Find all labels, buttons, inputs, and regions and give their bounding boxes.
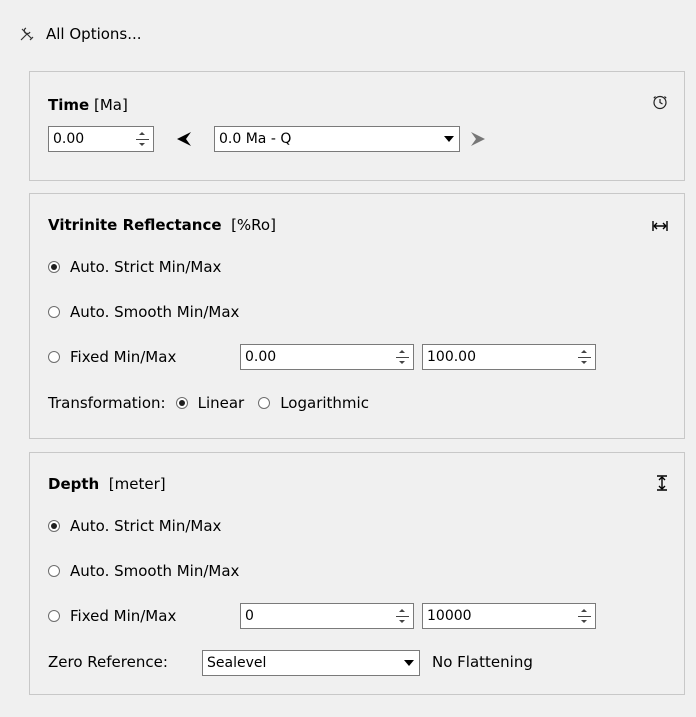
time-title-bold: Time (48, 96, 90, 114)
vitrinite-smooth-label: Auto. Smooth Min/Max (70, 303, 240, 321)
depth-fixed-radio[interactable] (48, 610, 60, 622)
depth-option-fixed[interactable]: Fixed Min/Max (48, 607, 176, 625)
flattening-label: No Flattening (432, 653, 533, 671)
spin-up-icon[interactable] (135, 129, 149, 139)
zero-reference-value: Sealevel (207, 655, 267, 671)
depth-max-spinbox[interactable]: 10000 (422, 603, 596, 629)
depth-fixed-label: Fixed Min/Max (70, 607, 177, 625)
linear-label[interactable]: Linear (198, 394, 245, 412)
vitrinite-min-spinbox[interactable]: 0.00 (240, 344, 414, 370)
spin-up-icon[interactable] (577, 347, 591, 357)
linear-radio[interactable] (175, 397, 188, 409)
wrench-screwdriver-icon (18, 25, 36, 43)
spin-down-icon[interactable] (395, 358, 409, 368)
next-age-arrow-icon[interactable] (470, 132, 486, 150)
depth-max-value: 10000 (427, 608, 472, 624)
zero-reference-dropdown[interactable]: Sealevel (202, 650, 420, 676)
depth-option-smooth[interactable]: Auto. Smooth Min/Max (48, 562, 239, 580)
zero-reference-row: Zero Reference: (48, 653, 168, 671)
depth-title-unit: [meter] (108, 475, 166, 493)
time-title-unit: [Ma] (93, 96, 128, 114)
vitrinite-smooth-radio[interactable] (48, 306, 60, 318)
spin-up-icon[interactable] (395, 347, 409, 357)
vitrinite-option-fixed[interactable]: Fixed Min/Max (48, 348, 176, 366)
time-title: Time [Ma] (48, 96, 128, 114)
spin-down-icon[interactable] (577, 617, 591, 627)
vitrinite-fixed-radio[interactable] (48, 351, 60, 363)
vitrinite-option-smooth[interactable]: Auto. Smooth Min/Max (48, 303, 239, 321)
vertical-fit-icon[interactable] (656, 475, 668, 495)
zero-reference-label: Zero Reference: (48, 653, 168, 671)
all-options-link[interactable]: All Options... (18, 22, 142, 46)
vitrinite-title-unit: [%Ro] (231, 216, 276, 234)
vitrinite-min-value: 0.00 (245, 349, 277, 365)
depth-smooth-label: Auto. Smooth Min/Max (70, 562, 240, 580)
time-spinbox[interactable]: 0.00 (48, 126, 154, 152)
time-spinner-buttons[interactable] (131, 127, 153, 151)
horizontal-fit-icon[interactable] (652, 218, 668, 236)
depth-max-spinner-buttons[interactable] (573, 604, 595, 628)
vitrinite-title-bold: Vitrinite Reflectance (48, 216, 222, 234)
depth-title: Depth [meter] (48, 475, 166, 493)
age-dropdown-value: 0.0 Ma - Q (219, 131, 292, 147)
vitrinite-strict-radio[interactable] (48, 261, 60, 273)
spin-down-icon[interactable] (135, 140, 149, 150)
vitrinite-max-spinbox[interactable]: 100.00 (422, 344, 596, 370)
clock-icon[interactable] (652, 94, 668, 114)
flattening-row: No Flattening (432, 653, 533, 671)
depth-min-spinbox[interactable]: 0 (240, 603, 414, 629)
vitrinite-strict-label: Auto. Strict Min/Max (70, 258, 222, 276)
vitrinite-max-value: 100.00 (427, 349, 476, 365)
spin-up-icon[interactable] (577, 606, 591, 616)
time-panel: Time [Ma] 0.00 0.0 Ma - Q (29, 71, 685, 181)
logarithmic-label[interactable]: Logarithmic (280, 394, 369, 412)
vitrinite-title: Vitrinite Reflectance [%Ro] (48, 216, 276, 234)
vitrinite-option-strict[interactable]: Auto. Strict Min/Max (48, 258, 221, 276)
depth-smooth-radio[interactable] (48, 565, 60, 577)
chevron-down-icon[interactable] (439, 127, 459, 151)
chevron-down-icon[interactable] (399, 651, 419, 675)
depth-min-value: 0 (245, 608, 254, 624)
spin-down-icon[interactable] (395, 617, 409, 627)
vitrinite-panel: Vitrinite Reflectance [%Ro] Auto. Strict… (29, 193, 685, 439)
transformation-row: Transformation: Linear Logarithmic (48, 394, 369, 412)
depth-strict-label: Auto. Strict Min/Max (70, 517, 222, 535)
age-dropdown[interactable]: 0.0 Ma - Q (214, 126, 460, 152)
vitrinite-max-spinner-buttons[interactable] (573, 345, 595, 369)
all-options-label: All Options... (46, 25, 142, 43)
previous-age-arrow-icon[interactable] (176, 132, 192, 150)
depth-title-bold: Depth (48, 475, 100, 493)
vitrinite-fixed-label: Fixed Min/Max (70, 348, 177, 366)
depth-strict-radio[interactable] (48, 520, 60, 532)
depth-min-spinner-buttons[interactable] (391, 604, 413, 628)
time-value: 0.00 (53, 131, 85, 147)
depth-option-strict[interactable]: Auto. Strict Min/Max (48, 517, 221, 535)
vitrinite-min-spinner-buttons[interactable] (391, 345, 413, 369)
spin-up-icon[interactable] (395, 606, 409, 616)
transformation-label: Transformation: (48, 394, 166, 412)
depth-panel: Depth [meter] Auto. Strict Min/Max Auto.… (29, 452, 685, 695)
spin-down-icon[interactable] (577, 358, 591, 368)
logarithmic-radio[interactable] (258, 397, 271, 409)
